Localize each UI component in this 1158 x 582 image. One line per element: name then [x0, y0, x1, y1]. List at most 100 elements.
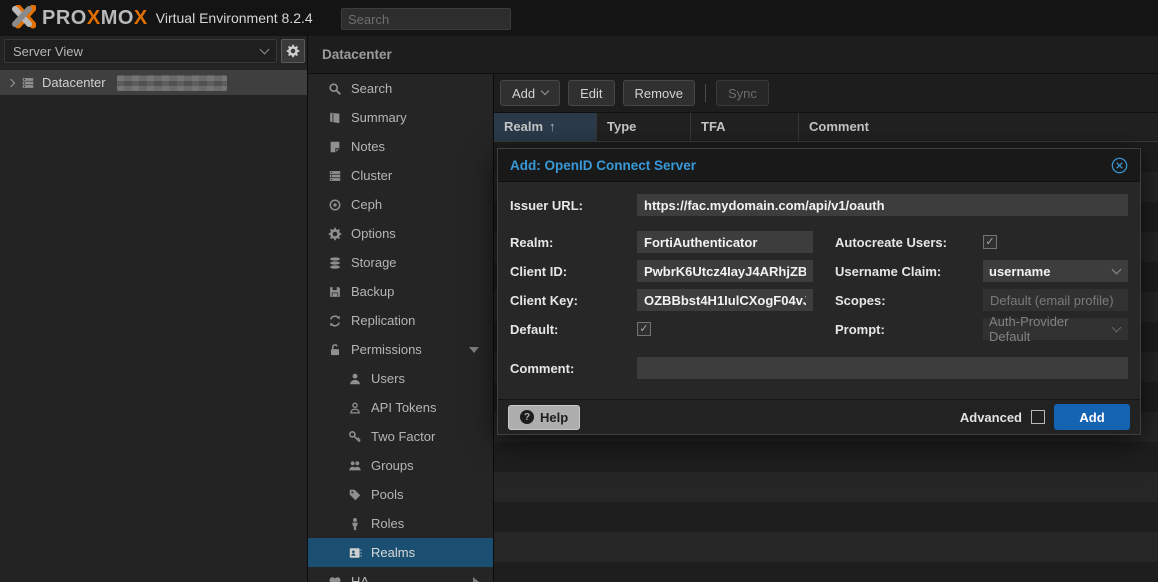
column-label: Realm — [504, 119, 543, 134]
nav-label: Options — [351, 226, 396, 241]
address-book-icon — [348, 546, 362, 560]
footer-actions: Advanced Add — [960, 404, 1130, 430]
nav-label: Storage — [351, 255, 397, 270]
tag-icon — [348, 488, 362, 502]
help-icon: ? — [520, 410, 534, 424]
realm-label: Realm: — [510, 235, 637, 250]
column-header-comment[interactable]: Comment — [799, 113, 1158, 141]
nav-item-backup[interactable]: Backup — [308, 277, 493, 306]
advanced-checkbox[interactable] — [1031, 410, 1045, 424]
edit-button-label: Edit — [580, 86, 602, 101]
nav-label: Backup — [351, 284, 394, 299]
autocreate-users-checkbox[interactable] — [983, 235, 997, 249]
nav-item-replication[interactable]: Replication — [308, 306, 493, 335]
nav-item-ceph[interactable]: Ceph — [308, 190, 493, 219]
nav-label: Notes — [351, 139, 385, 154]
heartbeat-icon — [328, 575, 342, 582]
column-header-type[interactable]: Type — [597, 113, 691, 141]
proxmox-logo-icon — [10, 5, 36, 31]
remove-button[interactable]: Remove — [623, 80, 695, 106]
username-claim-label: Username Claim: — [835, 264, 962, 279]
nav-item-pools[interactable]: Pools — [308, 480, 493, 509]
nav-label: Users — [371, 371, 405, 386]
username-claim-select[interactable]: username — [983, 260, 1128, 282]
issuer-url-input[interactable] — [637, 194, 1128, 216]
page-title: Datacenter — [308, 47, 392, 62]
nav-label: API Tokens — [371, 400, 437, 415]
content-header: Datacenter — [308, 36, 1158, 74]
nav-item-notes[interactable]: Notes — [308, 132, 493, 161]
nav-item-realms[interactable]: Realms — [308, 538, 493, 567]
dialog-titlebar[interactable]: Add: OpenID Connect Server — [498, 149, 1140, 182]
realm-input[interactable] — [637, 231, 813, 253]
dialog-field-grid: Realm: Autocreate Users: Client ID: User… — [510, 231, 1128, 340]
datacenter-nav: Search Summary Notes Cluster Ceph Option… — [308, 74, 494, 582]
realms-table-header: Realm↑ Type TFA Comment — [494, 112, 1158, 142]
global-search-input[interactable] — [341, 8, 511, 30]
tree-settings-button[interactable] — [281, 39, 305, 63]
close-icon[interactable] — [1111, 157, 1128, 174]
nav-label: Permissions — [351, 342, 422, 357]
tree-node-label: Datacenter — [42, 75, 106, 90]
chevron-down-icon — [541, 87, 549, 95]
datacenter-icon — [21, 76, 35, 90]
tree-node-datacenter[interactable]: Datacenter — [0, 70, 307, 95]
prompt-select: Auth-Provider Default — [983, 318, 1128, 340]
sync-button[interactable]: Sync — [716, 80, 769, 106]
nav-item-roles[interactable]: Roles — [308, 509, 493, 538]
nav-item-two-factor[interactable]: Two Factor — [308, 422, 493, 451]
issuer-url-row: Issuer URL: — [510, 194, 1128, 216]
nav-label: Search — [351, 81, 392, 96]
nav-item-users[interactable]: Users — [308, 364, 493, 393]
product-version: Virtual Environment 8.2.4 — [156, 10, 313, 26]
cluster-icon — [328, 169, 342, 183]
nav-item-api-tokens[interactable]: API Tokens — [308, 393, 493, 422]
tree-toolbar: Server View — [0, 36, 307, 66]
expand-chevron-icon[interactable] — [7, 78, 15, 86]
dialog-body: Issuer URL: Realm: Autocreate Users: Cli… — [498, 182, 1140, 379]
submit-add-button[interactable]: Add — [1054, 404, 1130, 430]
nav-label: Groups — [371, 458, 414, 473]
realms-toolbar: Add Edit Remove Sync — [494, 74, 1158, 112]
user-outline-icon — [348, 401, 362, 415]
client-id-input[interactable] — [637, 260, 813, 282]
help-button-label: Help — [540, 410, 568, 425]
chevron-down-icon — [1112, 264, 1122, 274]
nav-item-search[interactable]: Search — [308, 74, 493, 103]
comment-input[interactable] — [637, 357, 1128, 379]
advanced-label: Advanced — [960, 410, 1022, 425]
redacted-cluster-name — [117, 75, 227, 91]
edit-button[interactable]: Edit — [568, 80, 614, 106]
book-icon — [328, 111, 342, 125]
nav-item-options[interactable]: Options — [308, 219, 493, 248]
comment-row: Comment: — [510, 357, 1128, 379]
nav-label: Realms — [371, 545, 415, 560]
help-button[interactable]: ? Help — [508, 405, 580, 430]
view-selector-label: Server View — [13, 44, 83, 59]
nav-item-ha[interactable]: HA — [308, 567, 493, 582]
chevron-down-icon — [1112, 322, 1122, 332]
floppy-icon — [328, 285, 342, 299]
column-header-realm[interactable]: Realm↑ — [494, 113, 597, 141]
nav-item-groups[interactable]: Groups — [308, 451, 493, 480]
nav-item-summary[interactable]: Summary — [308, 103, 493, 132]
submit-add-label: Add — [1079, 410, 1104, 425]
nav-item-permissions[interactable]: Permissions — [308, 335, 493, 364]
column-label: Comment — [809, 119, 869, 134]
add-button[interactable]: Add — [500, 80, 560, 106]
client-key-input[interactable] — [637, 289, 813, 311]
column-header-tfa[interactable]: TFA — [691, 113, 799, 141]
scopes-label: Scopes: — [835, 293, 962, 308]
nav-item-cluster[interactable]: Cluster — [308, 161, 493, 190]
view-selector-combo[interactable]: Server View — [4, 39, 277, 63]
autocreate-users-label: Autocreate Users: — [835, 235, 962, 250]
dialog-title: Add: OpenID Connect Server — [510, 158, 696, 173]
app-header: PROXMOX Virtual Environment 8.2.4 — [0, 0, 1158, 36]
client-id-label: Client ID: — [510, 264, 637, 279]
default-checkbox[interactable] — [637, 322, 651, 336]
sync-button-label: Sync — [728, 86, 757, 101]
unlock-icon — [328, 343, 342, 357]
sync-icon — [328, 314, 342, 328]
nav-item-storage[interactable]: Storage — [308, 248, 493, 277]
dialog-footer: ? Help Advanced Add — [498, 399, 1140, 434]
